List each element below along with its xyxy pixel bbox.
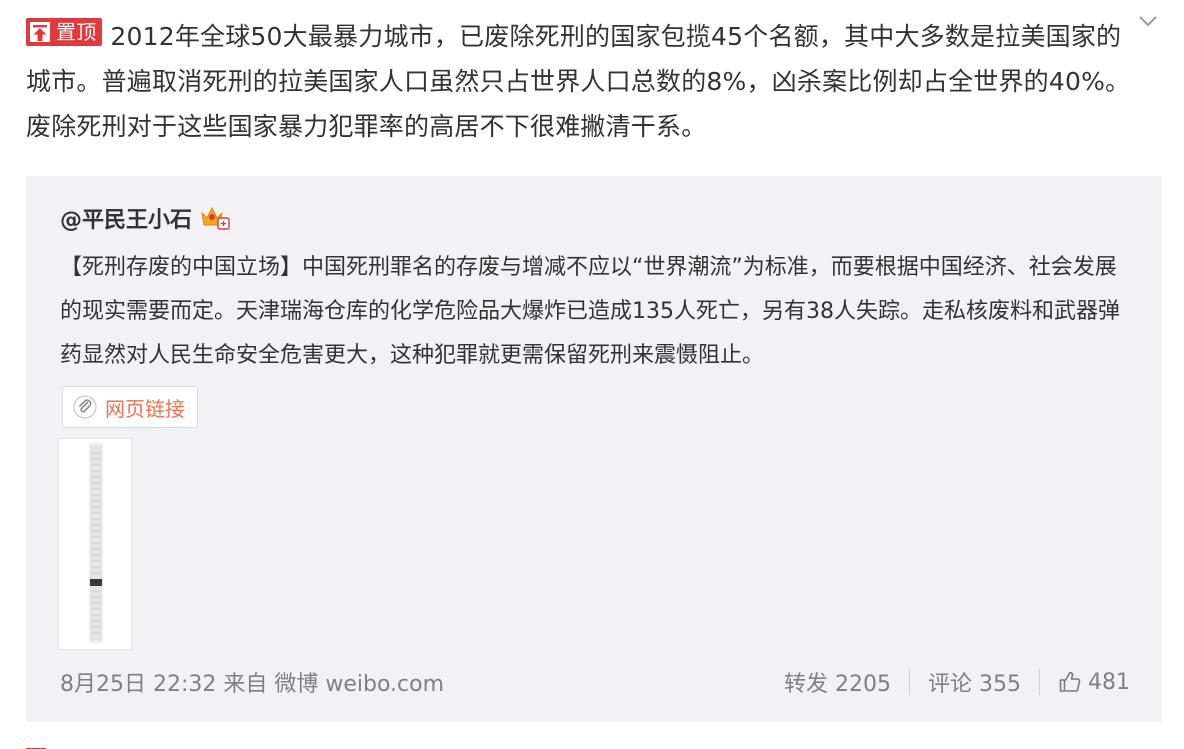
paperclip-icon [73,395,97,419]
repost-author-name[interactable]: @平民王小石 [60,202,192,234]
next-post-preview [26,738,726,749]
repost-text: 【死刑存废的中国立场】中国死刑罪名的存废与增减不应以“世界潮流”为标准，而要根据… [60,255,1120,368]
repost-author: @平民王小石 [60,202,230,234]
like-count: 481 [1088,669,1130,695]
pin-top-icon [30,22,50,42]
post-text: 2012年全球50大最暴力城市，已废除死刑的国家包揽45个名额，其中大多数是拉美… [26,22,1131,141]
divider [909,669,910,695]
post-time-source[interactable]: 8月25日 22:32 来自 微博 weibo.com [60,666,444,698]
post-footer: 8月25日 22:32 来自 微博 weibo.com 转发 2205 评论 3… [26,662,1162,702]
vip-crown-icon[interactable] [200,205,230,231]
divider [1039,669,1040,695]
web-link-label: 网页链接 [105,396,185,421]
post-body: 置顶 2012年全球50大最暴力城市，已废除死刑的国家包揽45个名额，其中大多数是… [26,14,1146,149]
pin-badge: 置顶 [26,18,103,46]
repost-card: @平民王小石 【死刑存废的中国立场】中国死刑罪名的存废与增减不应以“世界潮流”为… [26,176,1162,722]
like-button[interactable]: 481 [1058,670,1130,695]
repost-button[interactable]: 转发 2205 [784,666,891,698]
weibo-post: 置顶 2012年全球50大最暴力城市，已废除死刑的国家包揽45个名额，其中大多数是… [0,0,1184,749]
comment-count: 评论 355 [928,672,1021,697]
pin-badge-label: 置顶 [56,20,97,44]
post-actions: 转发 2205 评论 355 481 [784,666,1130,698]
repost-count: 转发 2205 [784,672,891,697]
comment-button[interactable]: 评论 355 [928,666,1021,698]
thumbs-up-icon [1058,670,1082,694]
web-link-button[interactable]: 网页链接 [62,386,198,428]
long-image-thumbnail[interactable] [58,438,132,650]
